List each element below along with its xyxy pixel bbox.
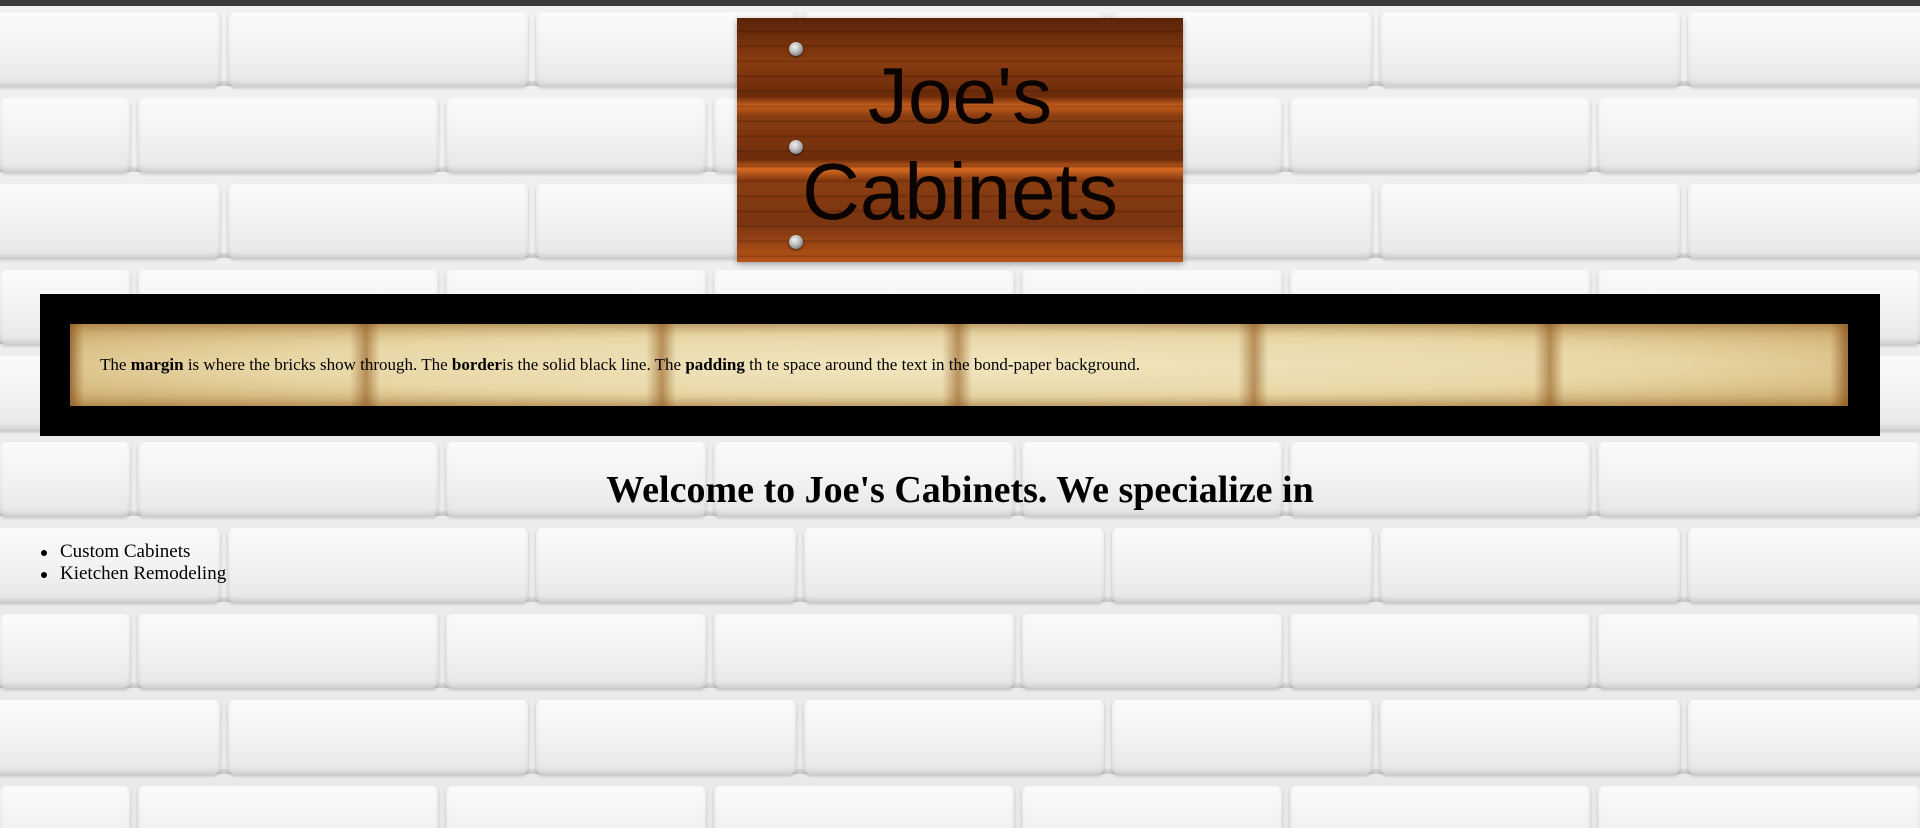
site-title-line2: Cabinets bbox=[802, 147, 1118, 236]
box-model-description: The margin is where the bricks show thro… bbox=[100, 354, 1140, 376]
term-margin: margin bbox=[130, 355, 184, 374]
site-title: Joe's Cabinets bbox=[737, 48, 1183, 240]
term-border: border bbox=[451, 355, 502, 374]
bond-paper-panel: The margin is where the bricks show thro… bbox=[70, 324, 1848, 406]
text-fragment: The bbox=[100, 355, 131, 374]
box-model-border: The margin is where the bricks show thro… bbox=[40, 294, 1880, 436]
services-list: Custom Cabinets Kietchen Remodeling bbox=[40, 541, 227, 585]
term-padding: padding bbox=[685, 355, 745, 374]
list-item: Kietchen Remodeling bbox=[40, 563, 227, 584]
list-item: Custom Cabinets bbox=[40, 541, 226, 563]
text-fragment: is the solid black line. The bbox=[501, 355, 686, 374]
text-fragment: th te space around the text in the bond-… bbox=[744, 355, 1140, 374]
welcome-heading: Welcome to Joe's Cabinets. We specialize… bbox=[606, 469, 1314, 511]
text-fragment: is where the bricks show through. The bbox=[183, 355, 452, 374]
site-title-line1: Joe's bbox=[867, 51, 1053, 140]
wooden-sign-header: Joe's Cabinets bbox=[737, 18, 1183, 262]
